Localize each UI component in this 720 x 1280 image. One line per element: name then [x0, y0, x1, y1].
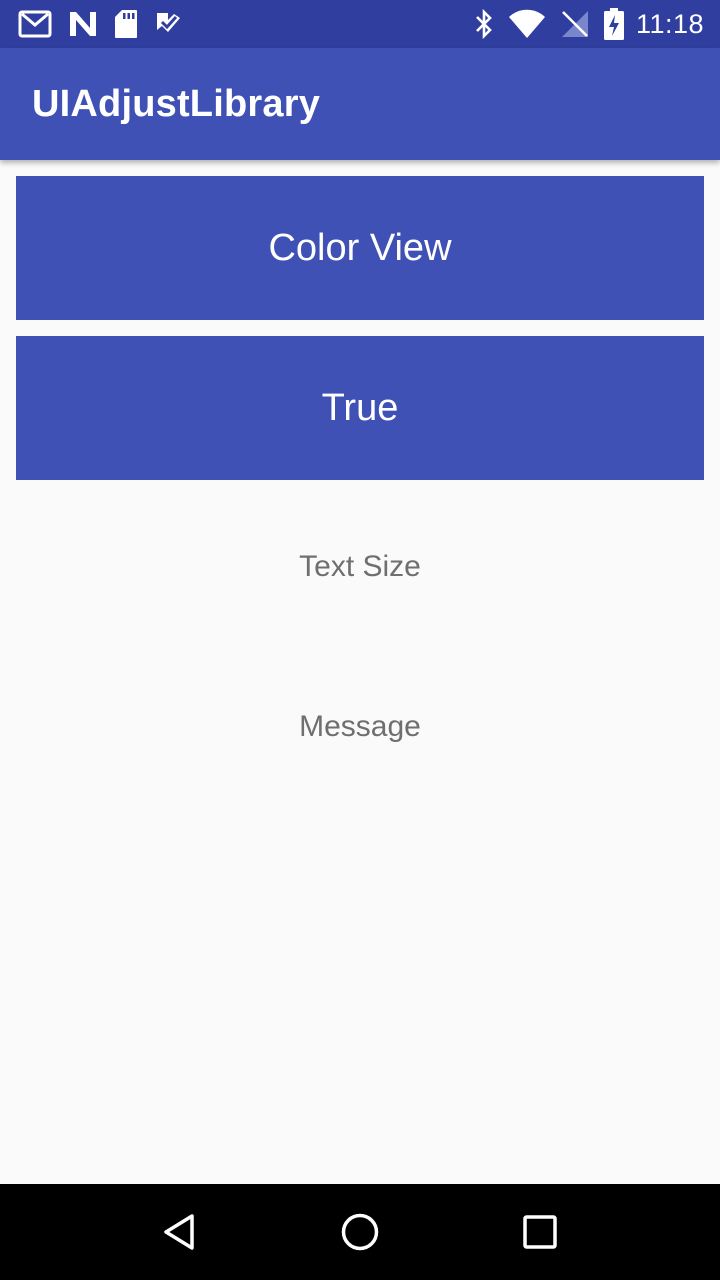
sd-card-icon — [114, 9, 138, 39]
back-icon — [164, 1214, 194, 1250]
check-app-icon — [154, 10, 182, 38]
home-button[interactable] — [320, 1192, 400, 1272]
home-icon — [341, 1213, 379, 1251]
main-content: Color View True Text Size Message — [0, 160, 720, 1184]
message-label: Message — [299, 710, 421, 743]
no-signal-icon — [560, 9, 590, 39]
app-title: UIAdjustLibrary — [32, 82, 321, 125]
recents-icon — [523, 1215, 557, 1249]
recents-button[interactable] — [500, 1192, 580, 1272]
status-time: 11:18 — [635, 8, 704, 39]
app-bar: UIAdjustLibrary — [0, 48, 720, 160]
gmail-icon — [18, 10, 52, 38]
wifi-icon — [508, 9, 546, 39]
toggle-true-button[interactable]: True — [16, 336, 704, 480]
n-app-icon — [68, 10, 98, 38]
color-view-button[interactable]: Color View — [16, 176, 704, 320]
status-bar: 11:18 — [0, 0, 720, 48]
status-notifications — [18, 9, 198, 39]
navigation-bar — [0, 1184, 720, 1280]
back-button[interactable] — [140, 1192, 220, 1272]
bluetooth-icon — [474, 9, 494, 39]
status-system-icons: 11:18 — [460, 8, 704, 40]
battery-charging-icon — [603, 8, 624, 40]
text-size-label: Text Size — [299, 550, 421, 583]
